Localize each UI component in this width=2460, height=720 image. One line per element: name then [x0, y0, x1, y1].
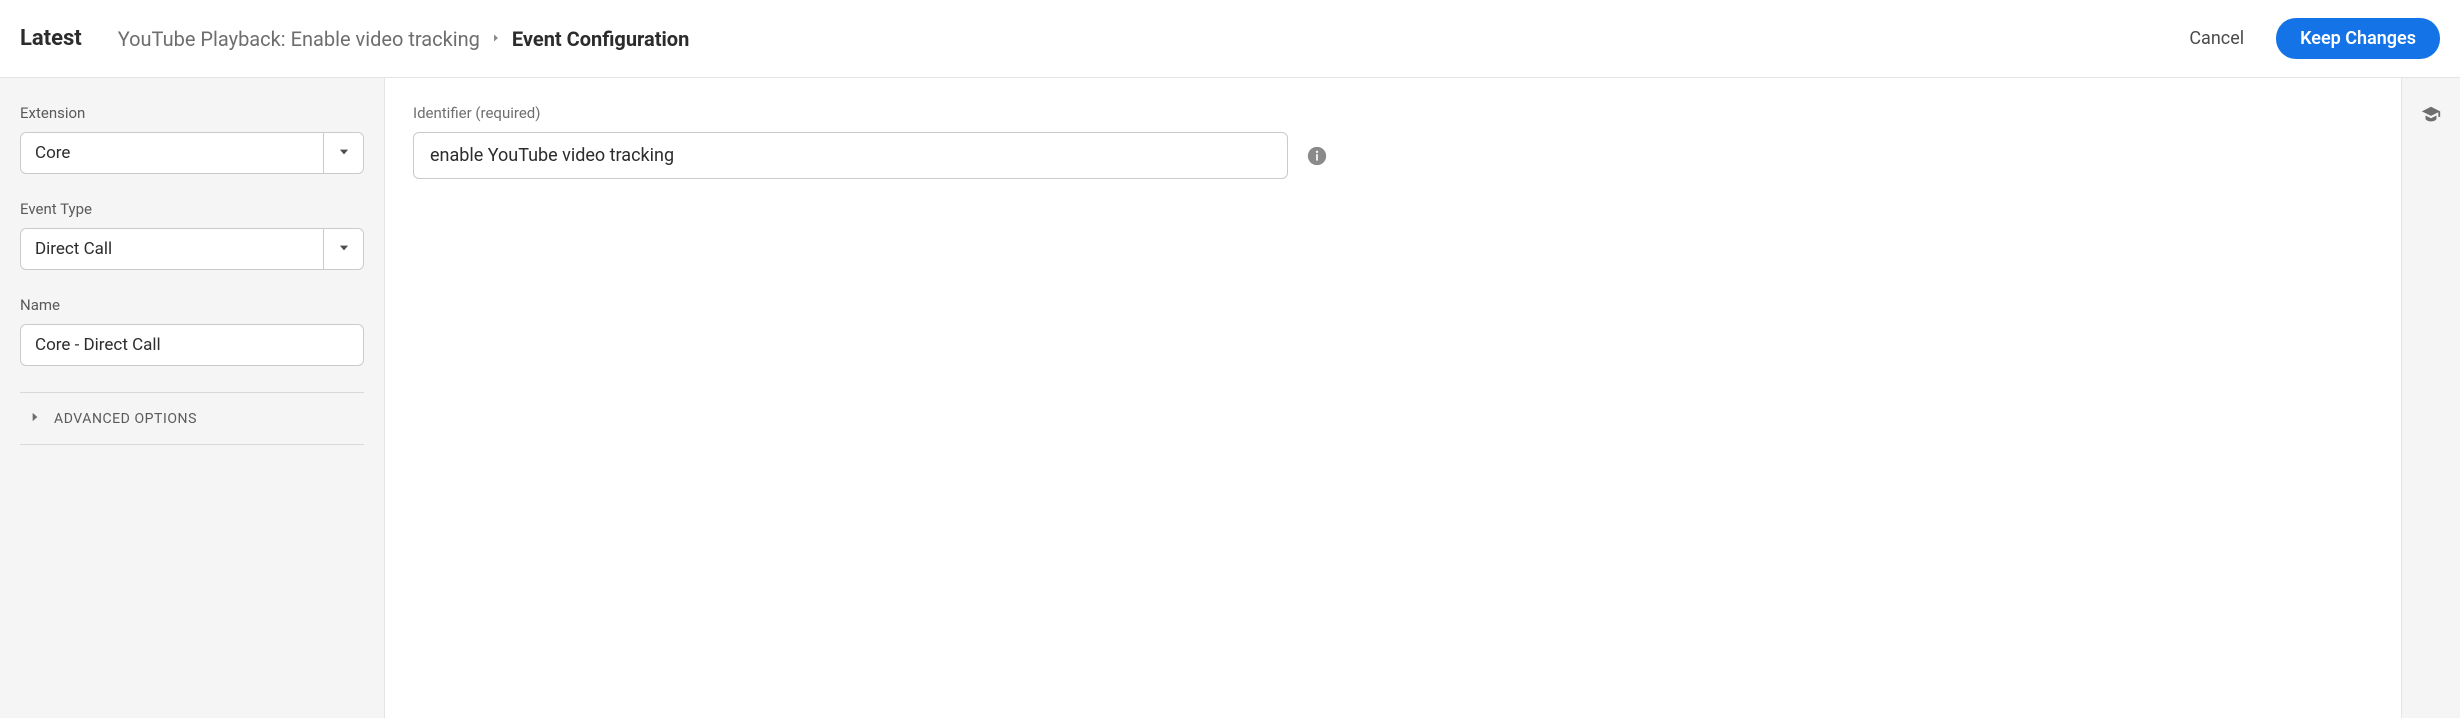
event-type-label: Event Type [20, 200, 364, 218]
extension-field: Extension Core [20, 104, 364, 174]
page-body: Extension Core Event Type Direct Call [0, 78, 2460, 718]
extension-select-value: Core [21, 133, 323, 173]
extension-label: Extension [20, 104, 364, 122]
advanced-options-toggle[interactable]: ADVANCED OPTIONS [20, 392, 364, 445]
header-left: Latest YouTube Playback: Enable video tr… [20, 26, 689, 51]
identifier-input[interactable] [413, 132, 1288, 179]
main-panel: Identifier (required) [385, 78, 2402, 718]
chevron-right-icon [490, 29, 502, 48]
breadcrumb: YouTube Playback: Enable video tracking … [118, 27, 690, 51]
extension-select-toggle[interactable] [323, 133, 363, 173]
breadcrumb-current: Event Configuration [512, 27, 689, 51]
page-title: Latest [20, 26, 82, 51]
name-label: Name [20, 296, 364, 314]
info-icon[interactable] [1306, 145, 1328, 167]
event-type-field: Event Type Direct Call [20, 200, 364, 270]
event-type-select-toggle[interactable] [323, 229, 363, 269]
identifier-row [413, 132, 2373, 179]
chevron-down-icon [337, 240, 351, 259]
event-type-select[interactable]: Direct Call [20, 228, 364, 270]
cancel-button[interactable]: Cancel [2179, 20, 2254, 57]
name-input[interactable] [20, 324, 364, 366]
identifier-field: Identifier (required) [413, 104, 2373, 179]
page-header: Latest YouTube Playback: Enable video tr… [0, 0, 2460, 78]
header-actions: Cancel Keep Changes [2179, 18, 2440, 59]
advanced-options-label: ADVANCED OPTIONS [54, 411, 197, 427]
breadcrumb-item[interactable]: YouTube Playback: Enable video tracking [118, 27, 480, 51]
name-field: Name [20, 296, 364, 366]
keep-changes-button[interactable]: Keep Changes [2276, 18, 2440, 59]
sidebar: Extension Core Event Type Direct Call [0, 78, 385, 718]
right-rail [2402, 78, 2460, 718]
identifier-label: Identifier (required) [413, 104, 2373, 122]
chevron-right-icon [28, 409, 42, 428]
extension-select[interactable]: Core [20, 132, 364, 174]
learn-icon[interactable] [2420, 104, 2442, 718]
event-type-select-value: Direct Call [21, 229, 323, 269]
chevron-down-icon [337, 144, 351, 163]
